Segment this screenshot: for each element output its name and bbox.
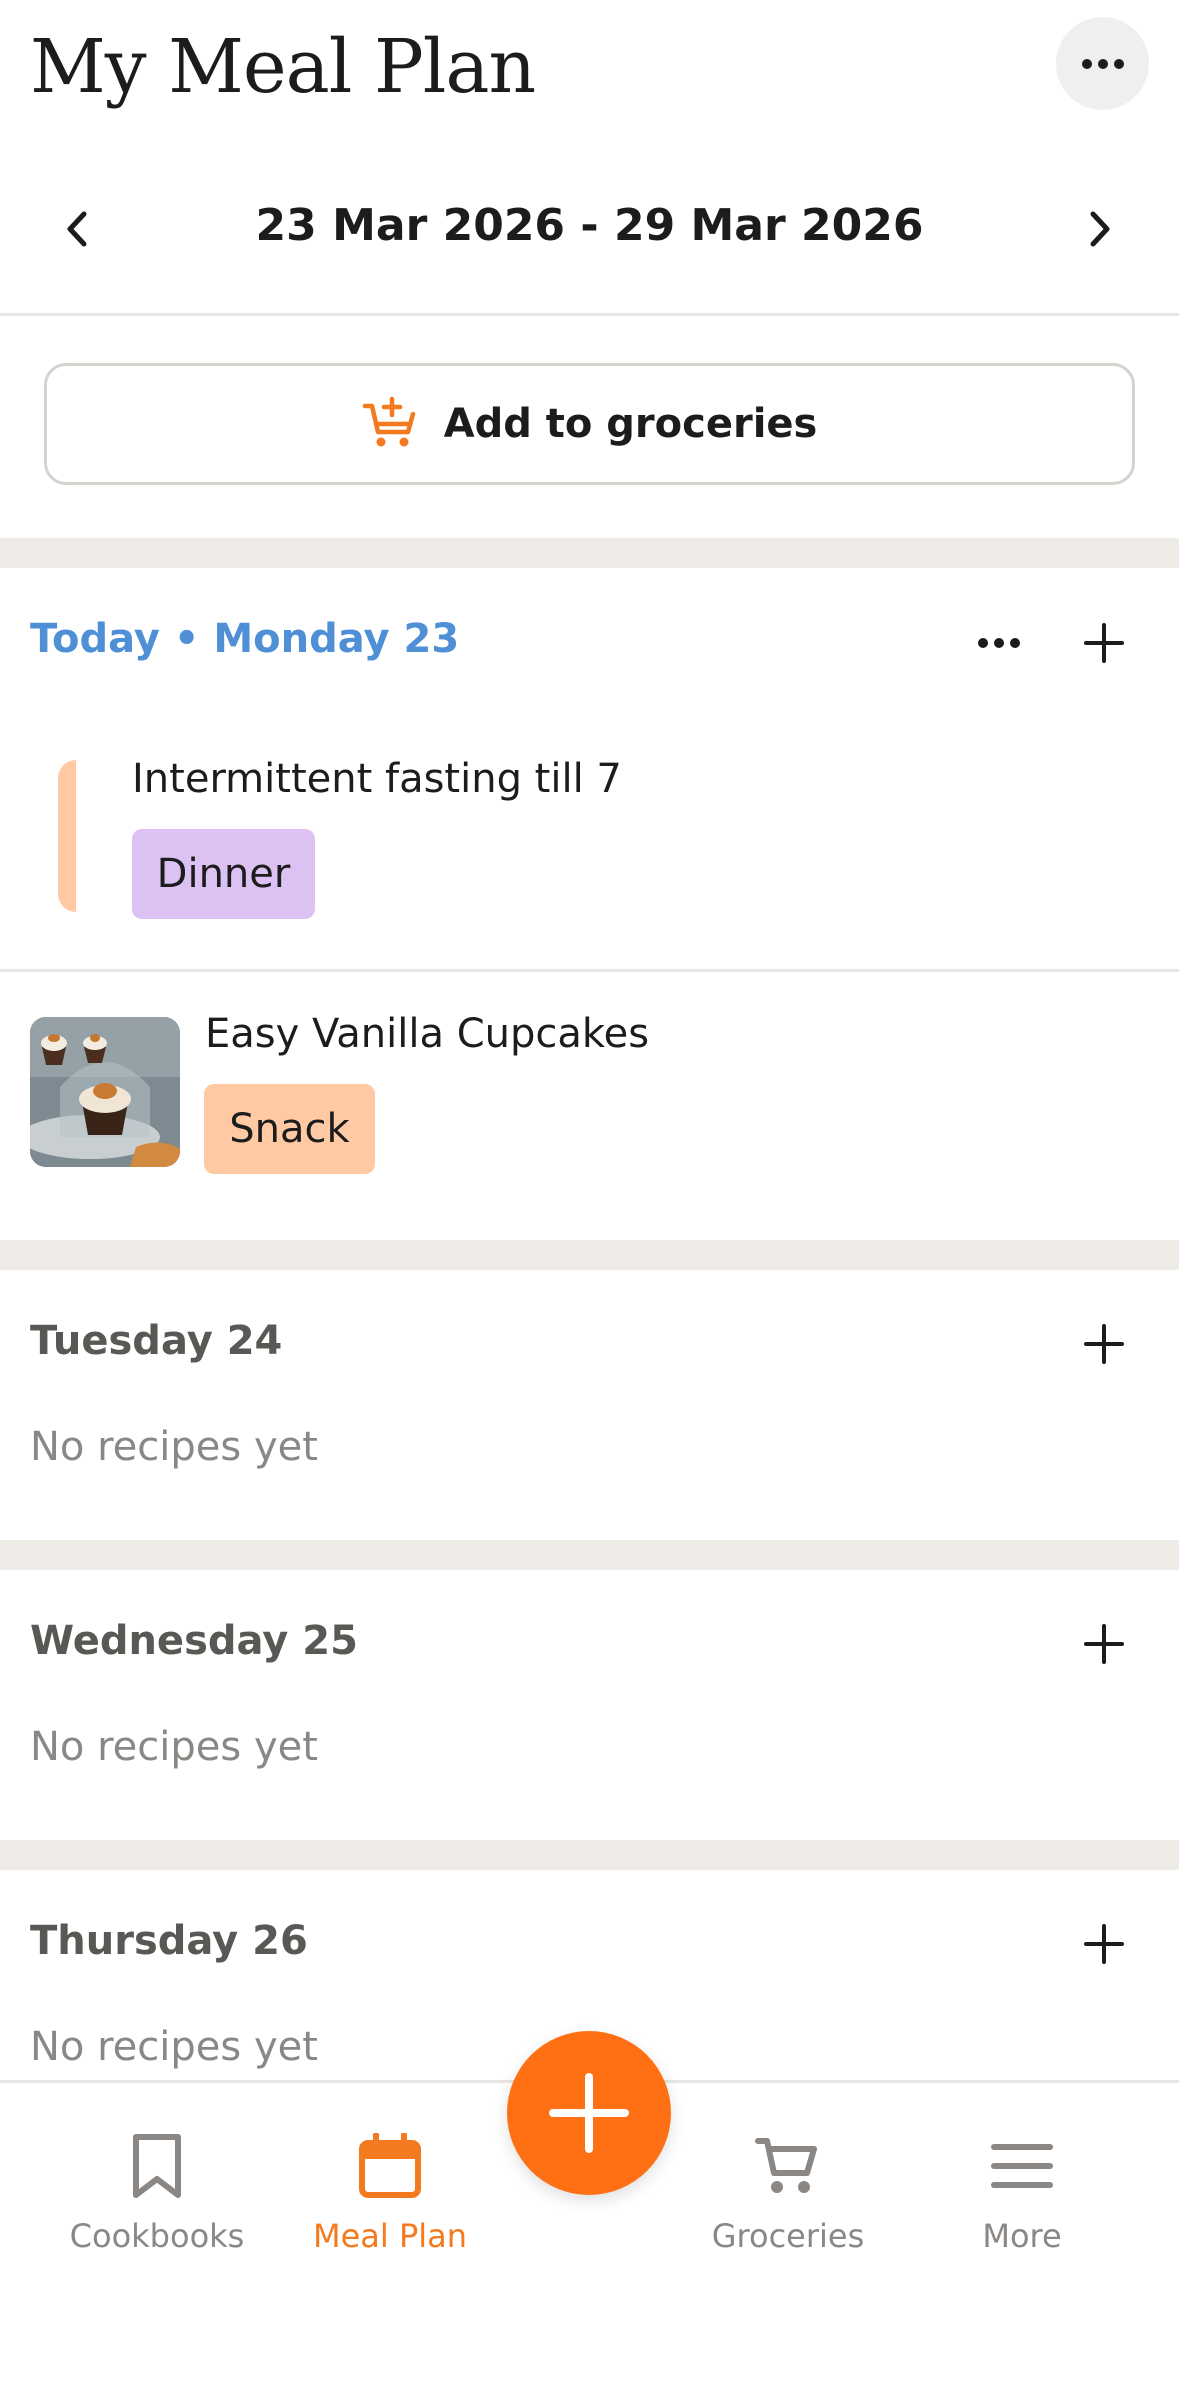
tab-more[interactable]: More: [902, 2133, 1142, 2255]
bookmark-icon: [133, 2134, 181, 2198]
day-title: Tuesday 24: [30, 1318, 283, 1364]
add-meal-button[interactable]: [1070, 609, 1138, 677]
recipe-title: Easy Vanilla Cupcakes: [205, 1011, 650, 1057]
recipe-thumbnail: [30, 1017, 180, 1167]
day-title: Today • Monday 23: [30, 616, 460, 662]
header: My Meal Plan: [0, 0, 1179, 140]
empty-state-text: No recipes yet: [30, 1424, 318, 1470]
tab-label: Meal Plan: [312, 2217, 468, 2255]
plus-icon: [1084, 1324, 1124, 1364]
more-menu-button[interactable]: [1056, 17, 1149, 110]
calendar-icon: [359, 2133, 421, 2198]
section-separator: [0, 1540, 1179, 1570]
empty-state-text: No recipes yet: [30, 2024, 318, 2070]
section-separator: [0, 538, 1179, 568]
week-navigator: 23 Mar 2026 - 29 Mar 2026: [0, 170, 1179, 288]
day-options-button[interactable]: [965, 609, 1033, 677]
chevron-right-icon: [1090, 211, 1110, 247]
add-meal-button[interactable]: [1070, 1910, 1138, 1978]
plus-icon: [1084, 1624, 1124, 1664]
plus-icon: [549, 2073, 629, 2153]
page-title: My Meal Plan: [30, 24, 536, 110]
tab-label: More: [982, 2217, 1062, 2255]
add-to-groceries-label: Add to groceries: [443, 401, 818, 447]
section-separator: [0, 1240, 1179, 1270]
plus-icon: [1084, 623, 1124, 663]
meal-tag-dinner: Dinner: [132, 829, 315, 919]
plus-icon: [1084, 1924, 1124, 1964]
cart-plus-icon: [362, 396, 415, 447]
more-horizontal-icon: [1081, 58, 1124, 69]
day-title: Thursday 26: [30, 1918, 308, 1964]
day-title: Wednesday 25: [30, 1618, 358, 1664]
tab-meal-plan[interactable]: Meal Plan: [270, 2133, 510, 2255]
empty-state-text: No recipes yet: [30, 1724, 318, 1770]
cart-icon: [755, 2138, 817, 2193]
divider: [0, 969, 1179, 972]
week-range-label: 23 Mar 2026 - 29 Mar 2026: [255, 200, 924, 251]
add-meal-button[interactable]: [1070, 1610, 1138, 1678]
add-to-groceries-button[interactable]: Add to groceries: [44, 363, 1135, 485]
more-horizontal-icon: [978, 638, 1020, 648]
tab-label: Groceries: [711, 2217, 865, 2255]
add-meal-button[interactable]: [1070, 1310, 1138, 1378]
note-accent-bar: [58, 760, 76, 912]
divider: [0, 313, 1179, 316]
section-separator: [0, 1840, 1179, 1870]
tab-label: Cookbooks: [69, 2217, 245, 2255]
add-floating-button[interactable]: [507, 2031, 671, 2195]
menu-icon: [991, 2144, 1053, 2188]
tab-cookbooks[interactable]: Cookbooks: [37, 2133, 277, 2255]
next-week-button[interactable]: [1065, 194, 1135, 264]
meal-title: Intermittent fasting till 7: [132, 756, 622, 802]
meal-tag-snack: Snack: [204, 1084, 375, 1174]
tab-groceries[interactable]: Groceries: [668, 2133, 908, 2255]
